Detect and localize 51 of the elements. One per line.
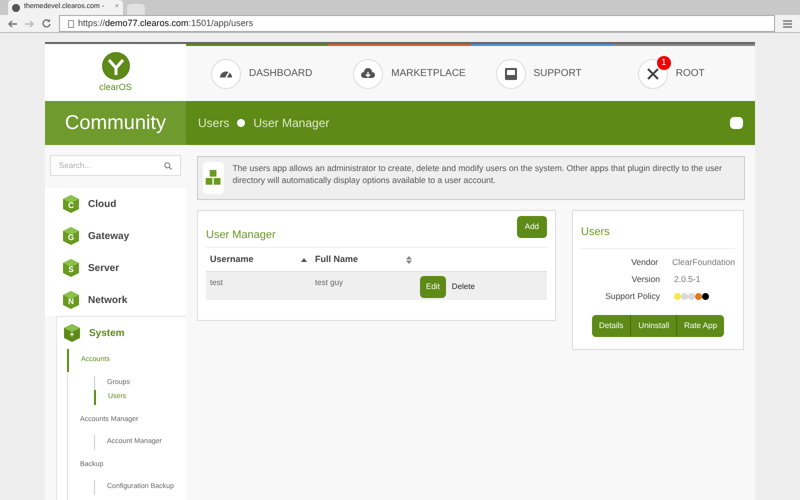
field-label: Vendor — [630, 256, 658, 269]
nav-label: SUPPORT — [534, 67, 582, 81]
menu-icon[interactable] — [783, 20, 792, 28]
address-bar[interactable]: https://demo77.clearos.com:1501/app/users — [59, 15, 775, 32]
logo-icon — [100, 50, 130, 81]
field-value: 2.0.5-1 — [674, 273, 700, 286]
sidebar-item[interactable]: S Server — [45, 252, 186, 284]
table-cell-text: test guy — [314, 277, 344, 289]
cube-icon: N — [62, 290, 80, 310]
app-action-button[interactable]: Details — [592, 315, 630, 337]
field-value: ClearFoundation — [672, 256, 735, 269]
column-header[interactable]: Username — [210, 252, 254, 266]
inbox-icon — [502, 66, 518, 82]
nav-label: ROOT — [676, 67, 705, 81]
cube-icon: S — [62, 258, 80, 278]
cube-icon: G — [62, 226, 80, 246]
sidebar-item[interactable]: G Gateway — [45, 220, 186, 252]
nav-label: DASHBOARD — [249, 67, 312, 81]
back-icon[interactable] — [8, 20, 17, 28]
app-action-button[interactable]: Rate App — [676, 315, 724, 337]
cube-icon: + — [63, 323, 81, 343]
nav-label: MARKETPLACE — [391, 67, 466, 81]
reload-icon[interactable] — [42, 19, 51, 28]
delete-button[interactable]: Delete — [446, 276, 481, 298]
card-title: User Manager — [206, 228, 276, 242]
sort-icon[interactable] — [406, 256, 412, 264]
edition-banner: Community — [45, 101, 186, 145]
sidebar-item[interactable]: + System — [57, 317, 186, 349]
url-text: https://demo77.clearos.com:1501/app/users — [78, 16, 254, 30]
field-label: Support Policy — [604, 290, 660, 303]
breadcrumb-current: User Manager — [253, 115, 330, 132]
cubes-icon — [203, 162, 224, 194]
breadcrumb-link[interactable]: Users — [198, 114, 230, 132]
app-action-button[interactable]: Uninstall — [630, 315, 676, 337]
table-cell-text: test — [209, 277, 224, 289]
search-icon — [164, 162, 172, 170]
page-icon — [68, 20, 74, 28]
sidebar-item[interactable]: C Cloud — [45, 188, 186, 220]
card-title: Users — [581, 226, 610, 238]
site-icon — [12, 4, 20, 12]
gauge-icon — [219, 70, 233, 78]
cube-icon: C — [62, 194, 80, 214]
add-button[interactable]: Add — [516, 216, 547, 238]
notification-badge: 1 — [656, 56, 671, 70]
logo-text: clearOS — [99, 80, 132, 94]
sort-up-icon[interactable] — [301, 258, 307, 262]
sidebar-item[interactable]: N Network — [45, 284, 186, 316]
edit-button[interactable]: Edit — [420, 276, 446, 298]
column-header[interactable]: Full Name — [315, 252, 358, 266]
field-label: Version — [630, 273, 660, 286]
info-text: The users app allows an administrator to create, delete and modify users on the system. Other apps that plugin directly to the user directory will automatically display options available to a user account. — [232, 162, 723, 186]
